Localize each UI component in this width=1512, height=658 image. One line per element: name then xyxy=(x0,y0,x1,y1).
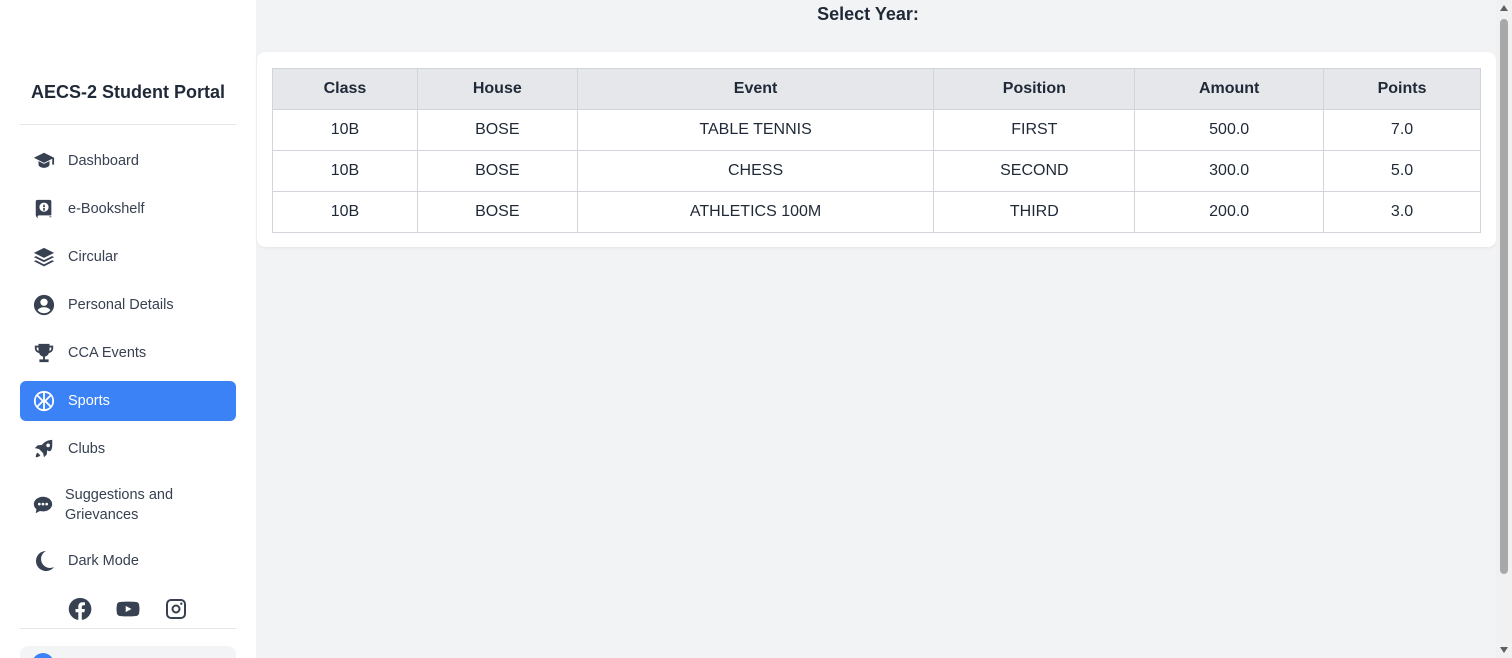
table-cell: SECOND xyxy=(933,150,1136,192)
sidebar-item-label: e-Bookshelf xyxy=(68,201,145,217)
table-cell: 200.0 xyxy=(1134,191,1325,233)
table-row: 10B BOSE ATHLETICS 100M THIRD 200.0 3.0 xyxy=(272,191,1481,233)
sidebar-item-cca-events[interactable]: CCA Events xyxy=(20,333,236,373)
table-cell: 500.0 xyxy=(1134,109,1325,151)
sidebar-item-circular[interactable]: Circular xyxy=(20,237,236,277)
sidebar-item-label: Sports xyxy=(68,393,110,409)
graduation-cap-icon xyxy=(20,150,68,172)
scrollbar-thumb[interactable] xyxy=(1500,19,1508,574)
chat-bubble-icon xyxy=(20,494,65,516)
instagram-icon[interactable] xyxy=(163,596,189,622)
table-cell: 10B xyxy=(272,191,418,233)
table-cell: 5.0 xyxy=(1323,150,1481,192)
user-circle-icon xyxy=(20,294,68,316)
rocket-icon xyxy=(20,438,68,460)
sidebar-item-label: Personal Details xyxy=(68,297,174,313)
sidebar-divider xyxy=(20,124,236,125)
youtube-icon[interactable] xyxy=(115,596,141,622)
sidebar-item-clubs[interactable]: Clubs xyxy=(20,429,236,469)
sidebar-item-e-bookshelf[interactable]: e-Bookshelf xyxy=(20,189,236,229)
column-header: Amount xyxy=(1134,68,1325,110)
column-header: Points xyxy=(1323,68,1481,110)
sidebar-item-dashboard[interactable]: Dashboard xyxy=(20,141,236,181)
scroll-down-arrow-icon[interactable] xyxy=(1500,647,1508,653)
table-row: 10B BOSE TABLE TENNIS FIRST 500.0 7.0 xyxy=(272,109,1481,151)
table-cell: BOSE xyxy=(416,109,578,151)
sidebar-item-label: CCA Events xyxy=(68,345,147,361)
sports-results-table: Class House Event Position Amount Points… xyxy=(272,68,1481,233)
moon-icon xyxy=(20,549,68,573)
sidebar-item-sports[interactable]: Sports xyxy=(20,381,236,421)
table-cell: 300.0 xyxy=(1134,150,1325,192)
table-cell: CHESS xyxy=(576,150,935,192)
sidebar-divider xyxy=(20,628,236,629)
table-cell: 7.0 xyxy=(1323,109,1481,151)
basketball-icon xyxy=(20,390,68,412)
table-header-row: Class House Event Position Amount Points xyxy=(272,68,1481,110)
sidebar: AECS-2 Student Portal Dashboard e-Booksh… xyxy=(0,0,256,658)
column-header: Position xyxy=(933,68,1136,110)
sidebar-item-label: Clubs xyxy=(68,441,106,457)
table-cell: TABLE TENNIS xyxy=(576,109,935,151)
sidebar-item-suggestions-and-grievances[interactable]: Suggestions and Grievances xyxy=(20,481,236,529)
trophy-icon xyxy=(20,342,68,364)
portal-title: AECS-2 Student Portal xyxy=(30,82,226,102)
scroll-up-arrow-icon[interactable] xyxy=(1500,5,1508,11)
avatar xyxy=(32,653,54,658)
table-cell: BOSE xyxy=(416,150,578,192)
sidebar-item-label: Dark Mode xyxy=(68,553,139,569)
sports-results-card: Class House Event Position Amount Points… xyxy=(257,52,1496,247)
table-cell: THIRD xyxy=(933,191,1136,233)
dark-mode-toggle[interactable]: Dark Mode xyxy=(20,541,236,581)
sidebar-item-label: Circular xyxy=(68,249,118,265)
table-cell: ATHLETICS 100M xyxy=(576,191,935,233)
column-header: Event xyxy=(576,68,935,110)
column-header: House xyxy=(416,68,578,110)
column-header: Class xyxy=(272,68,418,110)
sidebar-item-personal-details[interactable]: Personal Details xyxy=(20,285,236,325)
vertical-scrollbar[interactable] xyxy=(1496,0,1512,658)
book-globe-icon xyxy=(20,198,68,220)
layers-icon xyxy=(20,246,68,268)
select-year-label: Select Year: xyxy=(817,4,919,24)
table-cell: BOSE xyxy=(416,191,578,233)
table-cell: 3.0 xyxy=(1323,191,1481,233)
table-cell: 10B xyxy=(272,109,418,151)
table-cell: 10B xyxy=(272,150,418,192)
user-profile-card[interactable] xyxy=(20,646,236,658)
table-cell: FIRST xyxy=(933,109,1136,151)
facebook-icon[interactable] xyxy=(67,596,93,622)
table-row: 10B BOSE CHESS SECOND 300.0 5.0 xyxy=(272,150,1481,192)
sidebar-item-label: Dashboard xyxy=(68,153,139,169)
sidebar-item-label: Suggestions and Grievances xyxy=(65,487,174,523)
